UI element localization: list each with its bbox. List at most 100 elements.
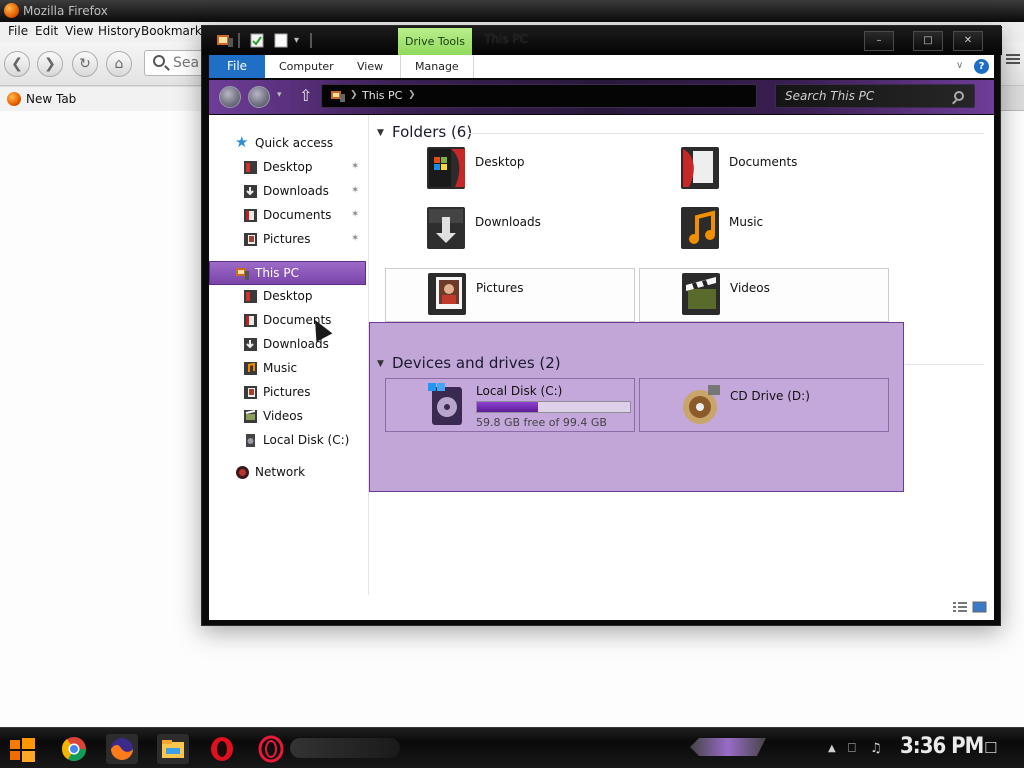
devices-group-header[interactable]: Devices and drives (2) <box>392 354 561 372</box>
explorer-titlebar[interactable]: ▾ Drive Tools This PC – □ ✕ <box>202 26 1002 56</box>
minimize-icon[interactable]: – <box>864 31 894 51</box>
menu-file[interactable]: File <box>8 24 28 38</box>
nav-quick-pictures[interactable]: Pictures ✶ <box>243 228 369 250</box>
new-folder-icon[interactable] <box>274 33 288 48</box>
folder-desktop[interactable]: Desktop <box>385 143 635 197</box>
tab-view[interactable]: View <box>357 55 383 78</box>
back-icon[interactable] <box>219 86 241 108</box>
search-input[interactable]: Search This PC <box>775 84 975 108</box>
home-icon[interactable]: ⌂ <box>106 51 132 77</box>
address-input[interactable]: ❯ This PC ❯ <box>321 84 757 108</box>
tab-manage[interactable]: Manage <box>400 55 474 78</box>
folder-label: Music <box>729 215 764 229</box>
taskbar-clock[interactable]: 3:36 PM <box>900 734 984 759</box>
qat-separator-2 <box>310 33 312 48</box>
nav-quick-documents[interactable]: Documents ✶ <box>243 204 369 226</box>
start-button-icon[interactable] <box>8 736 38 764</box>
reload-icon[interactable]: ↻ <box>72 51 98 77</box>
breadcrumb-chevron-icon[interactable]: ❯ <box>408 90 416 100</box>
disk-usage-fill <box>477 402 538 412</box>
documents-folder-icon <box>681 147 719 189</box>
nav-pc-local-disk[interactable]: Local Disk (C:) <box>243 429 349 451</box>
menu-history[interactable]: History <box>98 24 141 38</box>
nav-quick-downloads[interactable]: Downloads ✶ <box>243 180 369 202</box>
devices-divider <box>905 364 984 365</box>
breadcrumb-this-pc[interactable]: This PC <box>362 89 402 102</box>
ribbon-expand-icon[interactable]: ∨ <box>956 60 966 71</box>
tab-computer[interactable]: Computer <box>279 55 334 78</box>
downloads-folder-icon <box>244 338 257 351</box>
nav-pc-videos[interactable]: Videos <box>243 405 303 427</box>
nav-pc-desktop[interactable]: Desktop <box>243 285 313 307</box>
drive-cd-d[interactable]: CD Drive (D:) <box>639 378 889 432</box>
opera-gx-icon[interactable] <box>255 734 287 764</box>
folder-downloads[interactable]: Downloads <box>385 203 635 257</box>
chrome-icon[interactable] <box>58 734 90 764</box>
menu-view[interactable]: View <box>65 24 93 38</box>
tab-drive-tools[interactable]: Drive Tools <box>398 28 472 56</box>
pin-icon[interactable]: ✶ <box>351 156 359 178</box>
window-title: This PC <box>484 32 528 46</box>
firefox-overflow-menu-icon[interactable] <box>1006 52 1020 68</box>
firefox-search-placeholder: Sea <box>173 55 200 71</box>
explorer-body: ★ Quick access Desktop ✶ Downloads ✶ Doc… <box>209 115 994 620</box>
firefox-tab-new-tab[interactable]: New Tab <box>0 87 206 111</box>
documents-folder-icon <box>244 209 257 222</box>
action-center-icon[interactable]: ☐ <box>984 739 997 757</box>
search-icon <box>153 55 165 67</box>
properties-icon[interactable] <box>250 33 264 48</box>
pin-icon[interactable]: ✶ <box>351 204 359 226</box>
qat-customize-icon[interactable]: ▾ <box>294 33 304 48</box>
folder-pictures[interactable]: Pictures <box>385 268 635 322</box>
nav-pc-music[interactable]: Music <box>243 357 297 379</box>
drive-local-disk-c[interactable]: Local Disk (C:) 59.8 GB free of 99.4 GB <box>385 378 635 432</box>
nav-network[interactable]: Network <box>235 461 305 483</box>
pin-icon[interactable]: ✶ <box>351 180 359 202</box>
close-icon[interactable]: ✕ <box>953 31 983 51</box>
disk-usage-bar <box>476 401 631 413</box>
folder-label: Downloads <box>475 215 541 229</box>
pictures-folder-icon <box>244 233 257 246</box>
maximize-icon[interactable]: □ <box>913 31 943 51</box>
taskbar-decoration <box>290 738 400 758</box>
desktop-folder-icon <box>244 290 257 303</box>
recent-locations-icon[interactable]: ▾ <box>277 90 282 100</box>
collapse-devices-icon[interactable]: ▼ <box>377 359 384 369</box>
up-arrow-icon[interactable]: ⇧ <box>299 86 312 105</box>
pin-icon[interactable]: ✶ <box>351 228 359 250</box>
desktop-folder-icon <box>244 161 257 174</box>
star-icon: ★ <box>235 133 249 151</box>
forward-icon[interactable] <box>248 86 270 108</box>
forward-icon[interactable]: ❯ <box>37 51 63 77</box>
tab-file[interactable]: File <box>209 55 265 78</box>
desktop-folder-icon <box>427 147 465 189</box>
folder-documents[interactable]: Documents <box>639 143 889 197</box>
firefox-logo-icon <box>4 3 19 18</box>
firefox-window-title: Mozilla Firefox <box>23 4 108 18</box>
folder-music[interactable]: Music <box>639 203 889 257</box>
view-mode-toggle[interactable] <box>953 601 987 613</box>
back-icon[interactable]: ❮ <box>4 51 30 77</box>
downloads-folder-icon <box>244 185 257 198</box>
nav-pc-pictures[interactable]: Pictures <box>243 381 311 403</box>
folders-divider <box>469 133 984 134</box>
file-explorer-icon[interactable] <box>157 734 189 764</box>
opera-icon[interactable] <box>206 734 238 764</box>
collapse-folders-icon[interactable]: ▼ <box>377 128 384 138</box>
menu-bookmarks[interactable]: Bookmarks <box>141 24 208 38</box>
volume-icon[interactable]: ♫ <box>870 741 882 756</box>
pictures-folder-icon <box>244 386 257 399</box>
menu-edit[interactable]: Edit <box>35 24 58 38</box>
network-tray-icon[interactable]: ⎕ <box>848 741 856 756</box>
videos-folder-icon <box>244 410 257 423</box>
folder-videos[interactable]: Videos <box>639 268 889 322</box>
nav-quick-desktop[interactable]: Desktop ✶ <box>243 156 369 178</box>
help-icon[interactable]: ? <box>974 59 989 74</box>
tray-overflow-icon[interactable]: ▲ <box>828 743 836 754</box>
nav-this-pc[interactable]: This PC <box>235 262 299 284</box>
nav-quick-access[interactable]: ★ Quick access <box>235 132 333 154</box>
folders-group-header[interactable]: Folders (6) <box>392 123 472 141</box>
firefox-icon[interactable] <box>106 734 138 764</box>
firefox-tab-label: New Tab <box>26 92 77 106</box>
pictures-folder-icon <box>428 273 466 315</box>
